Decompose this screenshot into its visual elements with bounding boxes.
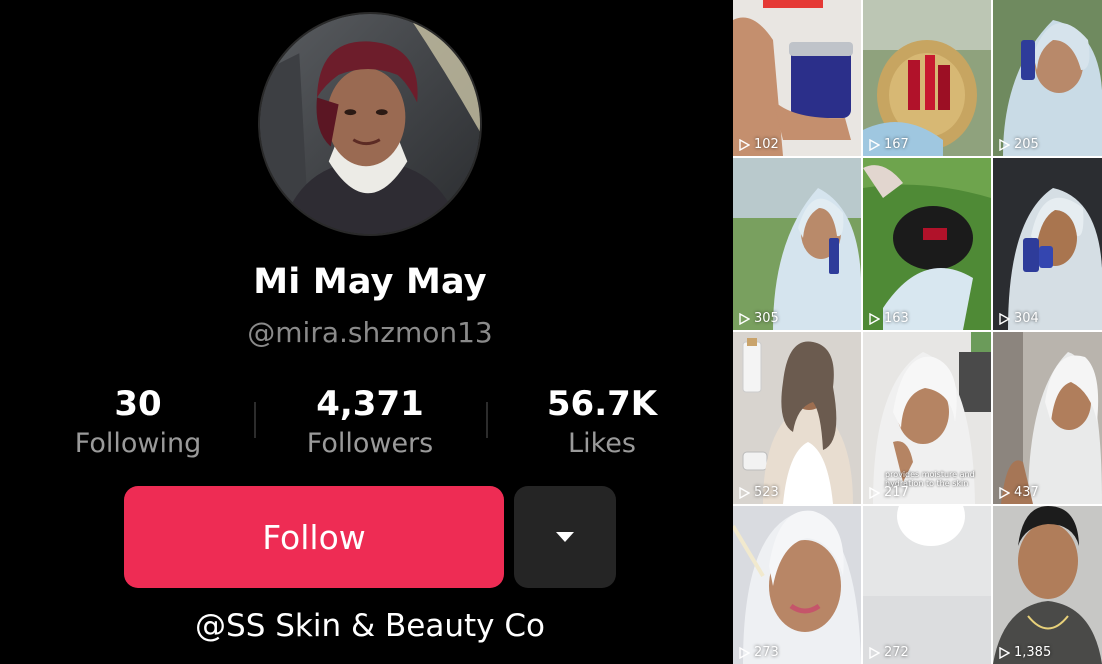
view-count: 273 <box>738 645 779 660</box>
view-count: 205 <box>998 137 1039 152</box>
video-thumbnail[interactable]: 102 <box>733 0 861 156</box>
thumbnail-image <box>993 332 1102 504</box>
video-thumbnail[interactable]: provides moisture and hydration to the s… <box>863 332 991 504</box>
bio-link[interactable]: @SS Skin & Beauty Co <box>0 608 740 644</box>
play-icon <box>999 138 1010 151</box>
view-count: 304 <box>998 311 1039 326</box>
stat-value: 4,371 <box>316 384 424 424</box>
thumbnail-image <box>733 506 861 664</box>
play-icon <box>999 486 1010 499</box>
play-icon <box>739 312 750 325</box>
play-icon <box>869 312 880 325</box>
video-thumbnail[interactable]: 523 <box>733 332 861 504</box>
avatar-photo <box>260 14 480 234</box>
view-count-value: 167 <box>884 137 909 152</box>
follow-button[interactable]: Follow <box>124 486 504 588</box>
view-count: 305 <box>738 311 779 326</box>
play-icon <box>739 646 750 659</box>
video-thumbnail[interactable]: 163 <box>863 158 991 330</box>
stat-divider <box>254 402 256 438</box>
stat-following[interactable]: 30 Following <box>38 384 238 464</box>
play-icon <box>869 138 880 151</box>
thumbnail-image <box>863 158 991 330</box>
stat-followers[interactable]: 4,371 Followers <box>270 384 470 464</box>
view-count: 272 <box>868 645 909 660</box>
view-count: 437 <box>998 485 1039 500</box>
play-icon <box>869 646 880 659</box>
thumbnail-image <box>733 0 861 156</box>
view-count: 102 <box>738 137 779 152</box>
thumbnail-image <box>733 158 861 330</box>
view-count: 217 <box>868 485 909 500</box>
play-icon <box>869 486 880 499</box>
stat-label: Likes <box>568 428 636 459</box>
thumbnail-image <box>993 0 1102 156</box>
view-count-value: 102 <box>754 137 779 152</box>
play-icon <box>999 312 1010 325</box>
view-count-value: 273 <box>754 645 779 660</box>
view-count-value: 437 <box>1014 485 1039 500</box>
view-count-value: 1,385 <box>1014 645 1052 660</box>
thumbnail-image <box>993 158 1102 330</box>
more-options-button[interactable] <box>514 486 616 588</box>
stat-label: Following <box>74 428 202 459</box>
video-thumbnail[interactable]: 273 <box>733 506 861 664</box>
stat-value: 56.7K <box>546 384 658 424</box>
view-count-value: 205 <box>1014 137 1039 152</box>
view-count-value: 272 <box>884 645 909 660</box>
stat-value: 30 <box>114 384 162 424</box>
stat-divider <box>486 402 488 438</box>
username: @mira.shzmon13 <box>247 316 493 349</box>
stat-likes[interactable]: 56.7K Likes <box>502 384 702 464</box>
view-count: 523 <box>738 485 779 500</box>
play-icon <box>739 138 750 151</box>
view-count-value: 305 <box>754 311 779 326</box>
thumbnail-image <box>993 506 1102 664</box>
video-thumbnail[interactable]: 167 <box>863 0 991 156</box>
avatar[interactable] <box>258 12 482 236</box>
profile-header: Mi May May @mira.shzmon13 30 Following 4… <box>0 0 733 664</box>
profile-screen: Mi May May @mira.shzmon13 30 Following 4… <box>0 0 1102 664</box>
caret-down-icon <box>556 532 574 542</box>
thumbnail-image <box>863 506 991 664</box>
video-grid: 102 167 205 305 163 304 523 provides moi… <box>733 0 1102 664</box>
video-thumbnail[interactable]: 437 <box>993 332 1102 504</box>
view-count-value: 217 <box>884 485 909 500</box>
view-count-value: 163 <box>884 311 909 326</box>
play-icon <box>739 486 750 499</box>
view-count: 167 <box>868 137 909 152</box>
video-thumbnail[interactable]: 272 <box>863 506 991 664</box>
view-count: 1,385 <box>998 645 1051 660</box>
view-count: 163 <box>868 311 909 326</box>
thumbnail-image <box>863 0 991 156</box>
stat-label: Followers <box>306 428 434 459</box>
play-icon <box>999 646 1010 659</box>
view-count-value: 304 <box>1014 311 1039 326</box>
thumbnail-image <box>733 332 861 504</box>
view-count-value: 523 <box>754 485 779 500</box>
video-thumbnail[interactable]: 205 <box>993 0 1102 156</box>
video-thumbnail[interactable]: 305 <box>733 158 861 330</box>
video-thumbnail[interactable]: 1,385 <box>993 506 1102 664</box>
video-thumbnail[interactable]: 304 <box>993 158 1102 330</box>
display-name: Mi May May <box>253 262 487 302</box>
